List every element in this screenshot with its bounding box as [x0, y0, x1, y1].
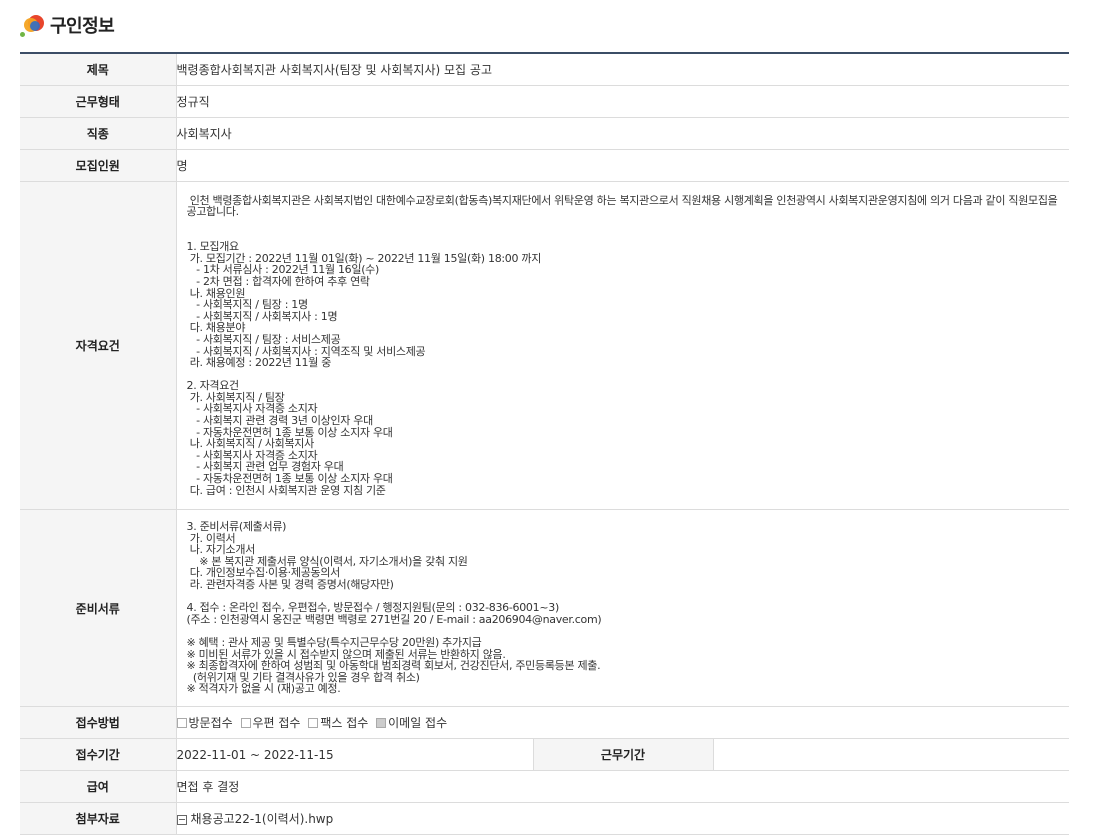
- row-recruit-count: 모집인원 명: [20, 149, 1069, 182]
- row-apply-period: 접수기간 2022-11-01 ~ 2022-11-15 근무기간: [20, 738, 1069, 771]
- row-qualification: 자격요건 인천 백령종합사회복지관은 사회복지법인 대한예수교장로회(합동측)복…: [20, 181, 1069, 510]
- attachment-cell: 채용공고22-1(이력서).hwp: [176, 802, 1069, 835]
- page-title: 구인정보: [50, 16, 115, 37]
- qualification-cell: 인천 백령종합사회복지관은 사회복지법인 대한예수교장로회(합동측)복지재단에서…: [176, 181, 1069, 510]
- row-apply-method: 접수방법 방문접수 우편 접수 팩스 접수 이메일 접수: [20, 706, 1069, 739]
- value-qualification: 인천 백령종합사회복지관은 사회복지법인 대한예수교장로회(합동측)복지재단에서…: [186, 193, 1058, 497]
- label-salary: 급여: [20, 770, 177, 803]
- label-apply-period: 접수기간: [20, 738, 177, 771]
- value-documents: 3. 준비서류(제출서류) 가. 이력서 나. 자기소개서 ※ 본 복지관 제출…: [186, 520, 602, 696]
- row-documents: 준비서류 3. 준비서류(제출서류) 가. 이력서 나. 자기소개서 ※ 본 복…: [20, 509, 1069, 707]
- value-apply-period: 2022-11-01 ~ 2022-11-15: [176, 738, 533, 771]
- label-attachment: 첨부자료: [20, 802, 177, 835]
- label-work-period: 근무기간: [532, 738, 714, 771]
- row-salary: 급여 면접 후 결정: [20, 770, 1069, 803]
- checkbox-mail: [240, 717, 251, 728]
- label-employment-type: 근무형태: [20, 85, 177, 118]
- value-work-period: [713, 738, 1069, 771]
- value-job-type: 사회복지사: [176, 117, 1069, 150]
- option-visit: 방문접수: [176, 714, 233, 731]
- file-icon: [176, 814, 187, 825]
- label-qualification: 자격요건: [20, 181, 177, 510]
- value-salary: 면접 후 결정: [176, 770, 1069, 803]
- apply-method-options: 방문접수 우편 접수 팩스 접수 이메일 접수: [176, 706, 1069, 739]
- label-recruit-count: 모집인원: [20, 149, 177, 182]
- value-recruit-count: 명: [176, 149, 1069, 182]
- option-email: 이메일 접수: [376, 714, 447, 731]
- row-employment-type: 근무형태 정규직: [20, 85, 1069, 118]
- label-apply-method: 접수방법: [20, 706, 177, 739]
- value-employment-type: 정규직: [176, 85, 1069, 118]
- logo-icon: [20, 12, 46, 38]
- option-fax: 팩스 접수: [308, 714, 368, 731]
- row-job-type: 직종 사회복지사: [20, 117, 1069, 150]
- value-title: 백령종합사회복지관 사회복지사(팀장 및 사회복지사) 모집 공고: [176, 54, 1069, 86]
- option-mail-label: 우편 접수: [252, 716, 301, 730]
- option-fax-label: 팩스 접수: [320, 716, 369, 730]
- option-email-label: 이메일 접수: [388, 716, 448, 730]
- page-header: 구인정보: [20, 10, 115, 40]
- documents-cell: 3. 준비서류(제출서류) 가. 이력서 나. 자기소개서 ※ 본 복지관 제출…: [176, 509, 1069, 707]
- option-visit-label: 방문접수: [188, 716, 233, 730]
- label-title: 제목: [20, 54, 177, 86]
- checkbox-fax: [308, 717, 319, 728]
- attachment-link[interactable]: 채용공고22-1(이력서).hwp: [191, 812, 334, 826]
- label-documents: 준비서류: [20, 509, 177, 707]
- checkbox-email: [376, 717, 387, 728]
- row-title: 제목 백령종합사회복지관 사회복지사(팀장 및 사회복지사) 모집 공고: [20, 54, 1069, 86]
- option-mail: 우편 접수: [240, 714, 301, 731]
- label-job-type: 직종: [20, 117, 177, 150]
- checkbox-visit: [176, 717, 187, 728]
- row-attachment: 첨부자료 채용공고22-1(이력서).hwp: [20, 802, 1069, 835]
- job-info-table: 제목 백령종합사회복지관 사회복지사(팀장 및 사회복지사) 모집 공고 근무형…: [20, 54, 1069, 835]
